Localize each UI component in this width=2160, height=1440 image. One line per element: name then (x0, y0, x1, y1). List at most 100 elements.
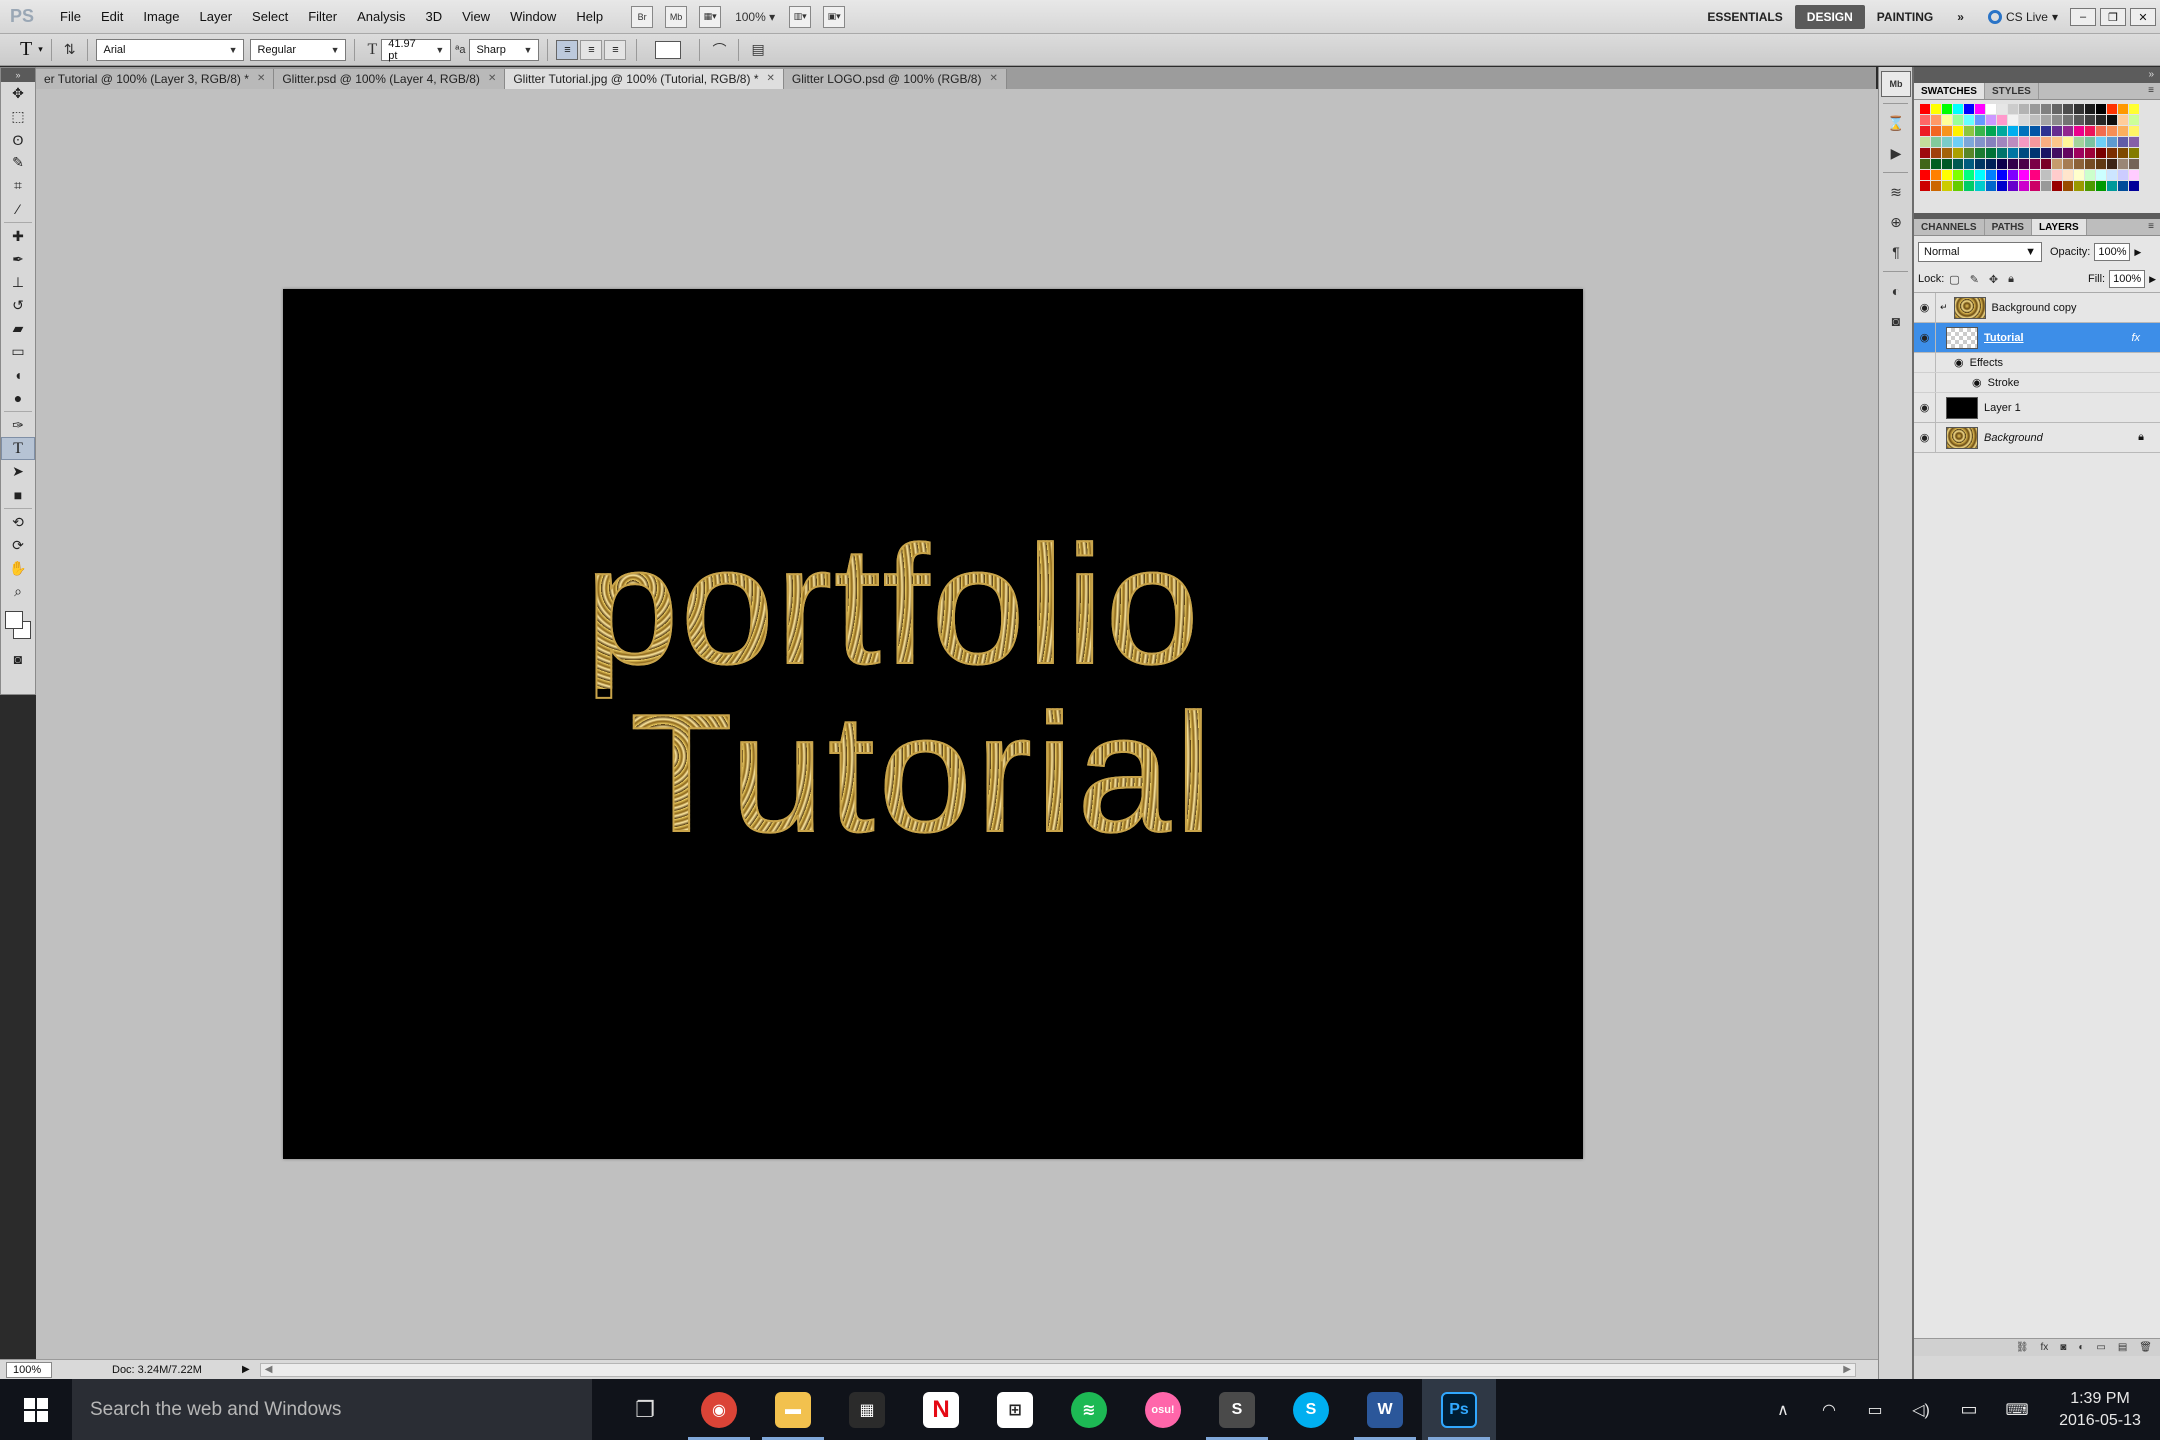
swatch[interactable] (2063, 115, 2073, 125)
swatch[interactable] (1997, 159, 2007, 169)
swatch[interactable] (2052, 159, 2062, 169)
clone-source-panel-icon[interactable]: ⊕ (1881, 209, 1911, 235)
tool-preset-arrow-icon[interactable]: ▾ (38, 44, 43, 55)
swatch[interactable] (2019, 137, 2029, 147)
swatch[interactable] (1975, 137, 1985, 147)
taskbar-app-netflix[interactable]: N (904, 1379, 978, 1440)
canvas-text-line-2[interactable]: Tutorial (283, 688, 1573, 858)
swatch[interactable] (2085, 148, 2095, 158)
swatch[interactable] (1942, 104, 1952, 114)
swatch[interactable] (1942, 148, 1952, 158)
swatch[interactable] (2041, 104, 2051, 114)
adjustments-panel-icon[interactable]: ◐ (1881, 278, 1911, 304)
volume-icon[interactable]: ◁) (1898, 1400, 1944, 1420)
blur-tool-icon[interactable]: ◖ (1, 363, 35, 386)
layer-name[interactable]: Background copy (1992, 302, 2077, 314)
layer-row-background[interactable]: ◉ Background 🔒︎ (1914, 423, 2160, 453)
tab-channels[interactable]: CHANNELS (1914, 219, 1985, 235)
swatch[interactable] (2074, 159, 2084, 169)
swatch[interactable] (2074, 104, 2084, 114)
swatch[interactable] (1964, 148, 1974, 158)
panel-menu-icon[interactable]: ≡ (2148, 221, 2154, 232)
tab-styles[interactable]: STYLES (1985, 83, 2039, 99)
type-tool-icon[interactable]: T (1, 437, 35, 460)
swatch[interactable] (1931, 126, 1941, 136)
spot-healing-tool-icon[interactable]: ✚ (1, 225, 35, 248)
masks-panel-icon[interactable]: ◙ (1881, 308, 1911, 334)
swatch[interactable] (1975, 159, 1985, 169)
swatch[interactable] (2030, 170, 2040, 180)
swatch[interactable] (2041, 126, 2051, 136)
pen-tool-icon[interactable]: ✑ (1, 414, 35, 437)
swatch[interactable] (1953, 104, 1963, 114)
close-icon[interactable]: ✕ (2130, 8, 2156, 26)
swatch[interactable] (2129, 148, 2139, 158)
font-size-select[interactable]: 41.97 pt ▼ (381, 38, 452, 62)
swatch[interactable] (2030, 148, 2040, 158)
font-family-select[interactable]: Arial ▼ (96, 38, 245, 61)
history-brush-tool-icon[interactable]: ↺ (1, 294, 35, 317)
swatch[interactable] (2063, 148, 2073, 158)
menu-edit[interactable]: Edit (91, 9, 133, 24)
panel-menu-icon[interactable]: ≡ (2148, 85, 2154, 96)
move-tool-icon[interactable]: ✥ (1, 82, 35, 105)
menu-3d[interactable]: 3D (416, 9, 453, 24)
swatch[interactable] (1975, 148, 1985, 158)
eyedropper-tool-icon[interactable]: ⁄ (1, 197, 35, 220)
taskbar-app-store[interactable]: ⊞ (978, 1379, 1052, 1440)
swatch[interactable] (2052, 137, 2062, 147)
more-workspaces-icon[interactable]: » (1945, 5, 1976, 29)
keyboard-icon[interactable]: ⌨ (1994, 1400, 2040, 1420)
document-canvas[interactable]: portfolio Tutorial (283, 289, 1583, 1159)
action-center-icon[interactable]: ▭ (1944, 1399, 1994, 1420)
swatch[interactable] (2063, 170, 2073, 180)
paragraph-panel-icon[interactable]: ¶ (1881, 239, 1911, 265)
swatch[interactable] (2030, 104, 2040, 114)
menu-filter[interactable]: Filter (298, 9, 347, 24)
swatch[interactable] (2019, 170, 2029, 180)
swatch[interactable] (2008, 126, 2018, 136)
battery-icon[interactable]: ▭ (1852, 1400, 1898, 1420)
foreground-color-swatch[interactable] (5, 611, 23, 629)
swatch[interactable] (2063, 137, 2073, 147)
swatch[interactable] (1975, 181, 1985, 191)
tab-paths[interactable]: PATHS (1985, 219, 2032, 235)
swatch[interactable] (2085, 159, 2095, 169)
warp-text-icon[interactable]: ⌒ (712, 40, 726, 60)
swatch[interactable] (1920, 170, 1930, 180)
swatch[interactable] (1975, 115, 1985, 125)
swatch[interactable] (2107, 115, 2117, 125)
swatch[interactable] (2074, 115, 2084, 125)
swatch[interactable] (1953, 170, 1963, 180)
layer-effects-row[interactable]: ◉ Effects (1914, 353, 2160, 373)
swatch[interactable] (2118, 126, 2128, 136)
swatch[interactable] (1997, 115, 2007, 125)
swatch[interactable] (1931, 159, 1941, 169)
swatch[interactable] (2019, 104, 2029, 114)
layer-row-layer-1[interactable]: ◉ Layer 1 (1914, 393, 2160, 423)
status-menu-arrow-icon[interactable]: ▶ (242, 1364, 250, 1375)
visibility-eye-icon[interactable]: ◉ (1914, 323, 1936, 352)
swatch[interactable] (1942, 126, 1952, 136)
effects-eye-icon[interactable]: ◉ (1954, 356, 1964, 369)
link-layers-icon[interactable]: ⛓ (2016, 1342, 2029, 1353)
swatch[interactable] (1931, 170, 1941, 180)
swatch[interactable] (2129, 104, 2139, 114)
swatch[interactable] (1920, 137, 1930, 147)
swatch[interactable] (2052, 148, 2062, 158)
workspace-design[interactable]: DESIGN (1794, 5, 1865, 29)
swatch[interactable] (1953, 159, 1963, 169)
swatch[interactable] (1920, 148, 1930, 158)
new-adjustment-icon[interactable]: ◐ (2078, 1342, 2084, 1353)
swatch[interactable] (2008, 181, 2018, 191)
horizontal-scrollbar[interactable]: ◀ ▶ (259, 1362, 1856, 1377)
swatch[interactable] (1986, 159, 1996, 169)
lock-all-icon[interactable]: 🔒︎ (2008, 273, 2014, 286)
swatch[interactable] (2019, 148, 2029, 158)
swatch[interactable] (1931, 137, 1941, 147)
swatch[interactable] (2074, 137, 2084, 147)
close-icon[interactable]: ✕ (488, 69, 496, 89)
swatch[interactable] (2129, 126, 2139, 136)
mini-bridge-panel-icon[interactable]: Mb (1881, 71, 1911, 97)
visibility-eye-icon[interactable]: ◉ (1914, 423, 1936, 452)
